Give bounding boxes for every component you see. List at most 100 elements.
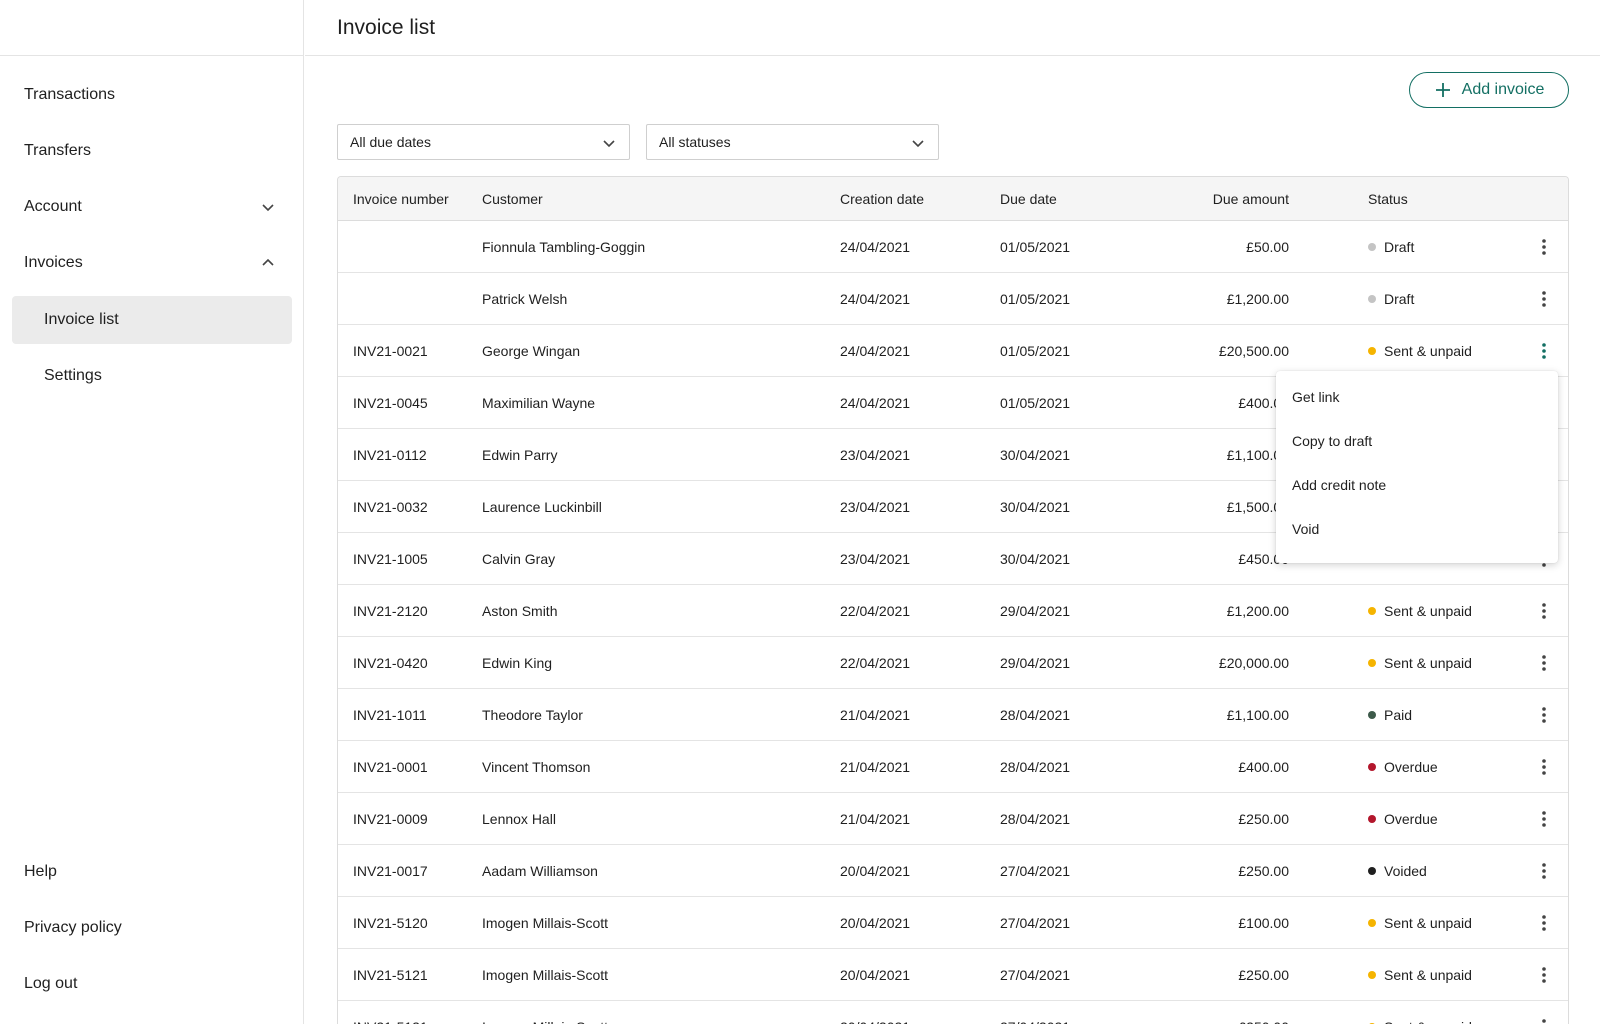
- invoice-number: INV21-5121: [353, 966, 428, 983]
- row-menu-button[interactable]: [1520, 585, 1568, 636]
- status-label: Sent & unpaid: [1384, 966, 1472, 983]
- invoice-number: INV21-0001: [353, 758, 428, 775]
- table-row[interactable]: Fionnula Tambling-Goggin 24/04/2021 01/05/…: [338, 221, 1568, 273]
- table-header: Invoice number Customer Creation date Du…: [338, 177, 1568, 221]
- creation-date: 21/04/2021: [840, 810, 911, 827]
- column-header-status[interactable]: Status: [1368, 177, 1408, 220]
- invoice-number: INV21-0420: [353, 654, 428, 671]
- due-amount: £250.00: [1238, 1001, 1289, 1024]
- add-invoice-label: Add invoice: [1461, 81, 1545, 98]
- more-vertical-icon: [1542, 342, 1546, 359]
- sidebar-item-settings[interactable]: Settings: [12, 352, 292, 400]
- more-vertical-icon: [1542, 758, 1546, 775]
- more-vertical-icon: [1542, 602, 1546, 619]
- status-badge: Sent & unpaid: [1368, 325, 1472, 376]
- status-label: Draft: [1384, 238, 1415, 255]
- sidebar-item-transactions[interactable]: Transactions: [0, 71, 304, 119]
- due-date-filter[interactable]: All due dates: [337, 124, 630, 160]
- creation-date: 24/04/2021: [840, 394, 911, 411]
- table-row[interactable]: INV21-0420 Edwin King 22/04/2021 29/04/2021…: [338, 637, 1568, 689]
- row-menu-button[interactable]: [1520, 793, 1568, 844]
- sidebar-header: [0, 0, 303, 56]
- row-menu-button[interactable]: [1520, 221, 1568, 272]
- menu-item-add-credit-note[interactable]: Add credit note: [1276, 463, 1558, 507]
- column-header-creation-date[interactable]: Creation date: [840, 177, 924, 220]
- sidebar-item-invoices[interactable]: Invoices: [0, 239, 304, 287]
- invoice-number: INV21-0045: [353, 394, 428, 411]
- chevron-down-icon: [262, 204, 274, 212]
- customer-name: Calvin Gray: [482, 550, 556, 567]
- due-date: 28/04/2021: [1000, 810, 1071, 827]
- creation-date: 21/04/2021: [840, 758, 911, 775]
- status-label: Sent & unpaid: [1384, 342, 1472, 359]
- row-menu-button[interactable]: [1520, 949, 1568, 1000]
- column-header-invoice-number[interactable]: Invoice number: [353, 177, 449, 220]
- sidebar-item-help[interactable]: Help: [0, 848, 304, 896]
- status-dot-icon: [1368, 346, 1376, 355]
- due-amount: £400.00: [1238, 758, 1289, 775]
- status-filter[interactable]: All statuses: [646, 124, 939, 160]
- sidebar-item-account[interactable]: Account: [0, 183, 304, 231]
- row-menu-button[interactable]: [1520, 1001, 1568, 1024]
- table-row[interactable]: Patrick Welsh 24/04/2021 01/05/2021 £1,200.…: [338, 273, 1568, 325]
- due-date: 27/04/2021: [1000, 1001, 1070, 1024]
- status-dot-icon: [1368, 814, 1376, 823]
- due-amount: £20,000.00: [1218, 654, 1289, 671]
- creation-date: 22/04/2021: [840, 654, 911, 671]
- column-header-due-amount[interactable]: Due amount: [1213, 177, 1289, 220]
- customer-name: Maximilian Wayne: [482, 394, 596, 411]
- table-row[interactable]: INV21-0021 George Wingan 24/04/2021 01/05/2…: [338, 325, 1568, 377]
- table-row[interactable]: INV21-0001 Vincent Thomson 21/04/2021 28/04…: [338, 741, 1568, 793]
- customer-name: Vincent Thomson: [482, 758, 591, 775]
- column-header-due-date[interactable]: Due date: [1000, 177, 1057, 220]
- menu-item-get-link[interactable]: Get link: [1276, 375, 1558, 419]
- customer-name: Fionnula Tambling-Goggin: [482, 238, 646, 255]
- add-invoice-button[interactable]: Add invoice: [1409, 72, 1569, 108]
- row-menu-button[interactable]: [1520, 741, 1568, 792]
- table-row[interactable]: INV21-0017 Aadam Williamson 20/04/2021 27/0…: [338, 845, 1568, 897]
- status-label: Paid: [1384, 706, 1413, 723]
- creation-date: 24/04/2021: [840, 238, 911, 255]
- status-dot-icon: [1368, 970, 1376, 979]
- column-header-customer[interactable]: Customer: [482, 177, 543, 220]
- table-row[interactable]: INV21-0009 Lennox Hall 21/04/2021 28/04/202…: [338, 793, 1568, 845]
- table-row[interactable]: INV21-5121 Imogen Millais-Scott 20/04/2021…: [338, 1001, 1568, 1024]
- menu-item-void[interactable]: Void: [1276, 507, 1558, 551]
- due-date: 30/04/2021: [1000, 550, 1071, 567]
- table-row[interactable]: INV21-5120 Imogen Millais-Scott 20/04/2021…: [338, 897, 1568, 949]
- sidebar-item-transfers[interactable]: Transfers: [0, 127, 304, 175]
- more-vertical-icon: [1542, 706, 1546, 723]
- status-dot-icon: [1368, 762, 1376, 771]
- customer-name: Imogen Millais-Scott: [482, 914, 609, 931]
- sidebar-item-label: Log out: [24, 975, 78, 992]
- status-label: Overdue: [1384, 810, 1438, 827]
- status-badge: Sent & unpaid: [1368, 949, 1472, 1000]
- status-badge: Overdue: [1368, 741, 1438, 792]
- sidebar-item-log-out[interactable]: Log out: [0, 960, 304, 1008]
- table-row[interactable]: INV21-5121 Imogen Millais-Scott 20/04/2021…: [338, 949, 1568, 1001]
- row-actions-menu: Get link Copy to draft Add credit note V…: [1276, 371, 1558, 563]
- more-vertical-icon: [1542, 810, 1546, 827]
- sidebar-item-invoice-list[interactable]: Invoice list: [12, 296, 292, 344]
- row-menu-button[interactable]: [1520, 845, 1568, 896]
- plus-icon: [1435, 83, 1450, 97]
- sidebar-item-privacy-policy[interactable]: Privacy policy: [0, 904, 304, 952]
- sidebar-item-label: Account: [24, 198, 82, 215]
- more-vertical-icon: [1542, 654, 1546, 671]
- row-menu-button[interactable]: [1520, 325, 1568, 376]
- invoice-number: INV21-0032: [353, 498, 428, 515]
- row-menu-button[interactable]: [1520, 637, 1568, 688]
- table-row[interactable]: INV21-2120 Aston Smith 22/04/2021 29/04/202…: [338, 585, 1568, 637]
- menu-item-copy-to-draft[interactable]: Copy to draft: [1276, 419, 1558, 463]
- due-date: 29/04/2021: [1000, 654, 1071, 671]
- status-dot-icon: [1368, 294, 1376, 303]
- table-body: Fionnula Tambling-Goggin 24/04/2021 01/05/…: [338, 221, 1568, 1024]
- table-row[interactable]: INV21-1011 Theodore Taylor 21/04/2021 28/04…: [338, 689, 1568, 741]
- row-menu-button[interactable]: [1520, 273, 1568, 324]
- status-label: Draft: [1384, 290, 1415, 307]
- row-menu-button[interactable]: [1520, 689, 1568, 740]
- due-date: 28/04/2021: [1000, 706, 1071, 723]
- due-amount: £20,500.00: [1218, 342, 1289, 359]
- status-badge: Overdue: [1368, 793, 1438, 844]
- row-menu-button[interactable]: [1520, 897, 1568, 948]
